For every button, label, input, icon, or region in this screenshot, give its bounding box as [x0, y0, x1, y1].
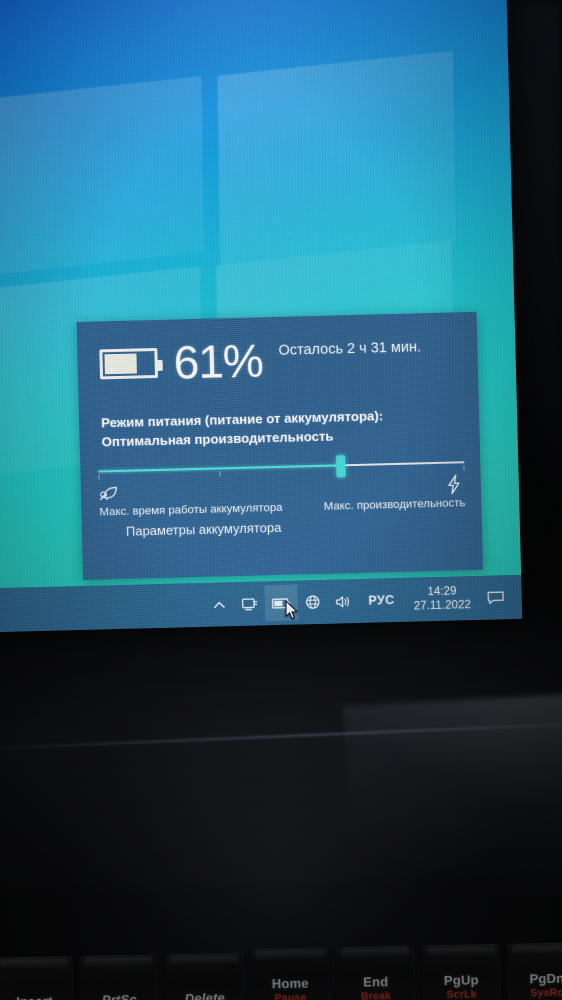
speech-bubble-icon [487, 590, 504, 604]
key-label: Delete [184, 990, 226, 1000]
palmrest-highlight [343, 694, 562, 906]
show-hidden-icons-button[interactable] [204, 586, 234, 623]
keyboard-function-row: Insert PrtSc Delete Home Pause End Break… [0, 930, 562, 1000]
monitor-icon [241, 597, 257, 610]
key-insert[interactable]: Insert [0, 956, 74, 1000]
key-home[interactable]: Home Pause [250, 947, 331, 1000]
key-label: Insert [15, 993, 52, 1000]
key-highlight [169, 954, 239, 966]
key-sublabel: SysRq [530, 986, 562, 1000]
screen-moire [0, 0, 523, 633]
clock-time: 14:29 [427, 583, 457, 598]
key-delete[interactable]: Delete [164, 952, 245, 1000]
mouse-cursor [285, 600, 299, 620]
action-center-button[interactable] [479, 579, 512, 616]
key-highlight [340, 947, 410, 958]
key-label: Home [271, 975, 309, 992]
language-indicator[interactable]: РУС [358, 582, 405, 619]
clock-date: 27.11.2022 [413, 598, 472, 613]
key-sublabel: Pause [274, 991, 307, 1000]
key-label: PgDn [529, 970, 562, 987]
key-label: End [363, 974, 389, 990]
globe-icon [305, 595, 320, 609]
desktop-wallpaper: 61% Осталось 2 ч 31 мин. Режим питания (… [0, 0, 523, 633]
key-highlight [0, 958, 68, 969]
volume-button[interactable] [327, 583, 359, 620]
key-sublabel: Break [360, 989, 392, 1000]
speaker-icon [335, 595, 349, 607]
key-label: PrtSc [101, 991, 137, 1000]
clock[interactable]: 14:29 27.11.2022 [404, 583, 480, 614]
projection-display-button[interactable] [233, 585, 265, 622]
key-highlight [511, 944, 562, 955]
key-pgup[interactable]: PgUp ScrLk [421, 943, 502, 1000]
chevron-up-icon [213, 601, 225, 608]
network-button[interactable] [297, 584, 328, 621]
laptop-photo: 61% Осталось 2 ч 31 мин. Режим питания (… [0, 0, 562, 1000]
key-end[interactable]: End Break [335, 945, 416, 1000]
key-highlight [255, 949, 325, 960]
key-highlight [83, 956, 154, 967]
key-sublabel: ScrLk [446, 988, 477, 1000]
key-pgdn[interactable]: PgDn SysRq [506, 942, 562, 1000]
laptop-screen: 61% Осталось 2 ч 31 мин. Режим питания (… [0, 0, 523, 633]
key-prtsc[interactable]: PrtSc [79, 954, 159, 1000]
key-highlight [426, 945, 496, 957]
key-label: PgUp [443, 972, 479, 988]
